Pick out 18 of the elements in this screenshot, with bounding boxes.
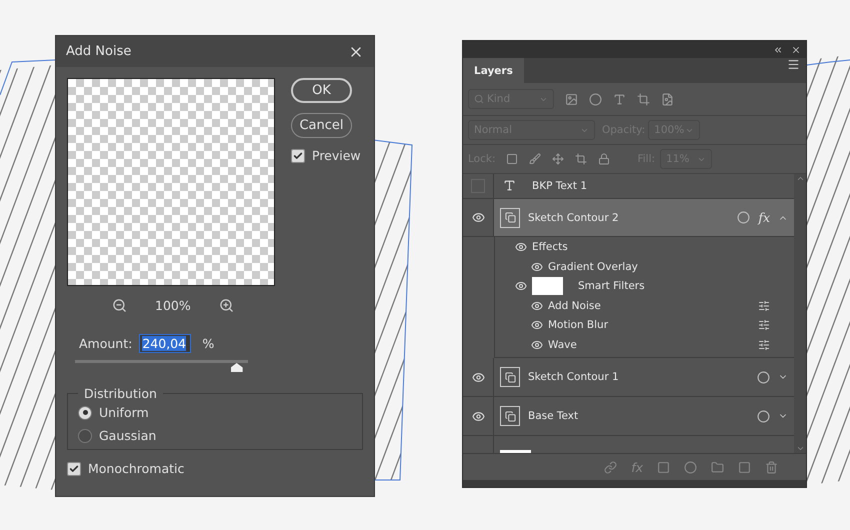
dialog-title: Add Noise xyxy=(66,44,132,59)
preview-label: Preview xyxy=(312,148,361,163)
distribution-label: Distribution xyxy=(83,386,158,401)
percent-unit: % xyxy=(201,336,214,351)
monochromatic-label: Monochromatic xyxy=(88,461,184,476)
cancel-button[interactable]: Cancel xyxy=(291,113,352,138)
ok-button[interactable]: OK xyxy=(291,78,352,103)
radio-label: Gaussian xyxy=(99,428,156,443)
layer-row[interactable]: BKP Text 1 xyxy=(494,174,794,198)
layer-row[interactable]: Sketch Contour 1 xyxy=(494,358,794,396)
fx-icon: fx xyxy=(758,210,770,226)
layer-row[interactable]: Base Text xyxy=(494,397,794,436)
amount-field[interactable]: 240,04 xyxy=(139,334,192,353)
zoom-level: 100% xyxy=(155,298,191,313)
amount-label: Amount: xyxy=(79,336,132,351)
layers-tab[interactable]: Layers xyxy=(463,58,524,83)
radio-label: Uniform xyxy=(99,405,149,420)
layer-row[interactable]: Sketch Contour 2 fx xyxy=(494,198,794,236)
